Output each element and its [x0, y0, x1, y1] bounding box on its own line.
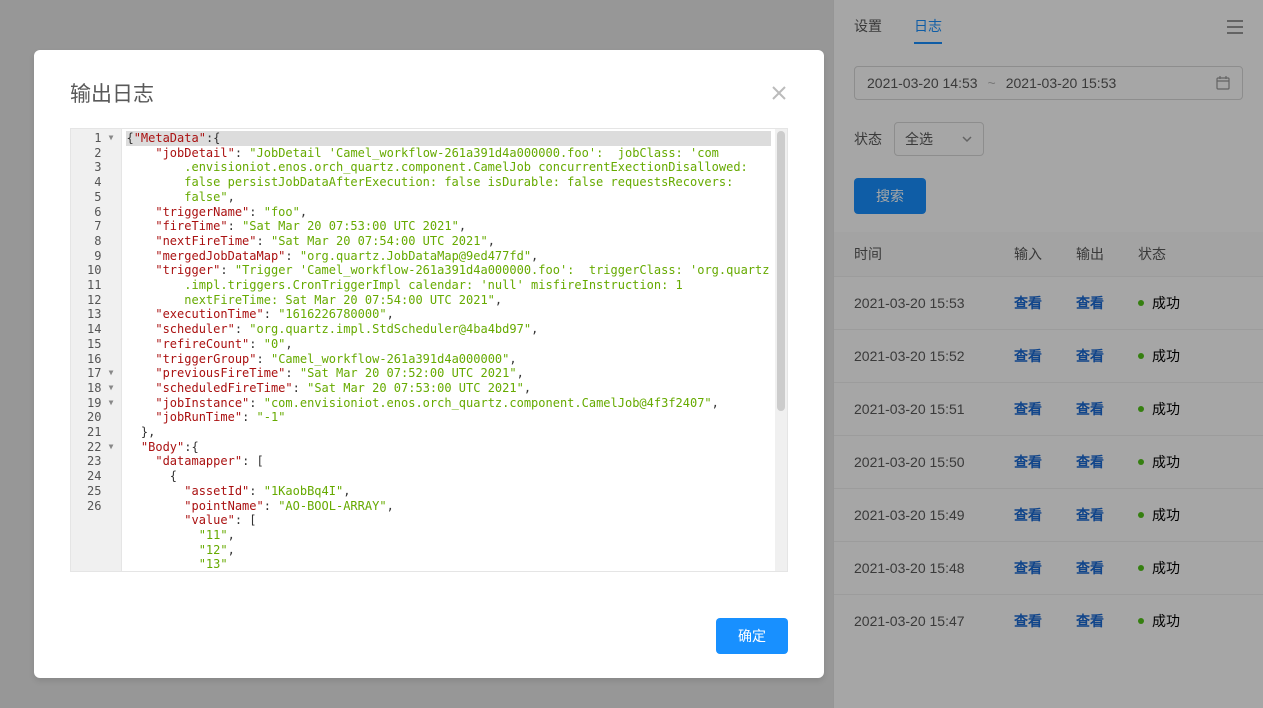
- fold-toggle-icon[interactable]: ▼: [105, 396, 113, 411]
- editor-scrollbar[interactable]: [775, 129, 787, 571]
- fold-toggle-icon[interactable]: ▼: [105, 366, 113, 381]
- editor-content[interactable]: {"MetaData":{ "jobDetail": "JobDetail 'C…: [122, 129, 775, 571]
- fold-toggle-icon[interactable]: ▼: [105, 440, 113, 455]
- modal-title: 输出日志: [70, 78, 154, 108]
- output-log-modal: 输出日志 1▼234567891011121314151617▼18▼19▼20…: [34, 50, 824, 678]
- close-icon[interactable]: [770, 84, 788, 102]
- fold-toggle-icon[interactable]: ▼: [105, 381, 113, 396]
- modal-overlay[interactable]: 输出日志 1▼234567891011121314151617▼18▼19▼20…: [0, 0, 1263, 708]
- scrollbar-thumb[interactable]: [777, 131, 785, 411]
- confirm-button[interactable]: 确定: [716, 618, 788, 654]
- fold-toggle-icon[interactable]: ▼: [105, 131, 113, 146]
- editor-gutter: 1▼234567891011121314151617▼18▼19▼202122▼…: [71, 129, 122, 571]
- code-editor[interactable]: 1▼234567891011121314151617▼18▼19▼202122▼…: [70, 128, 788, 572]
